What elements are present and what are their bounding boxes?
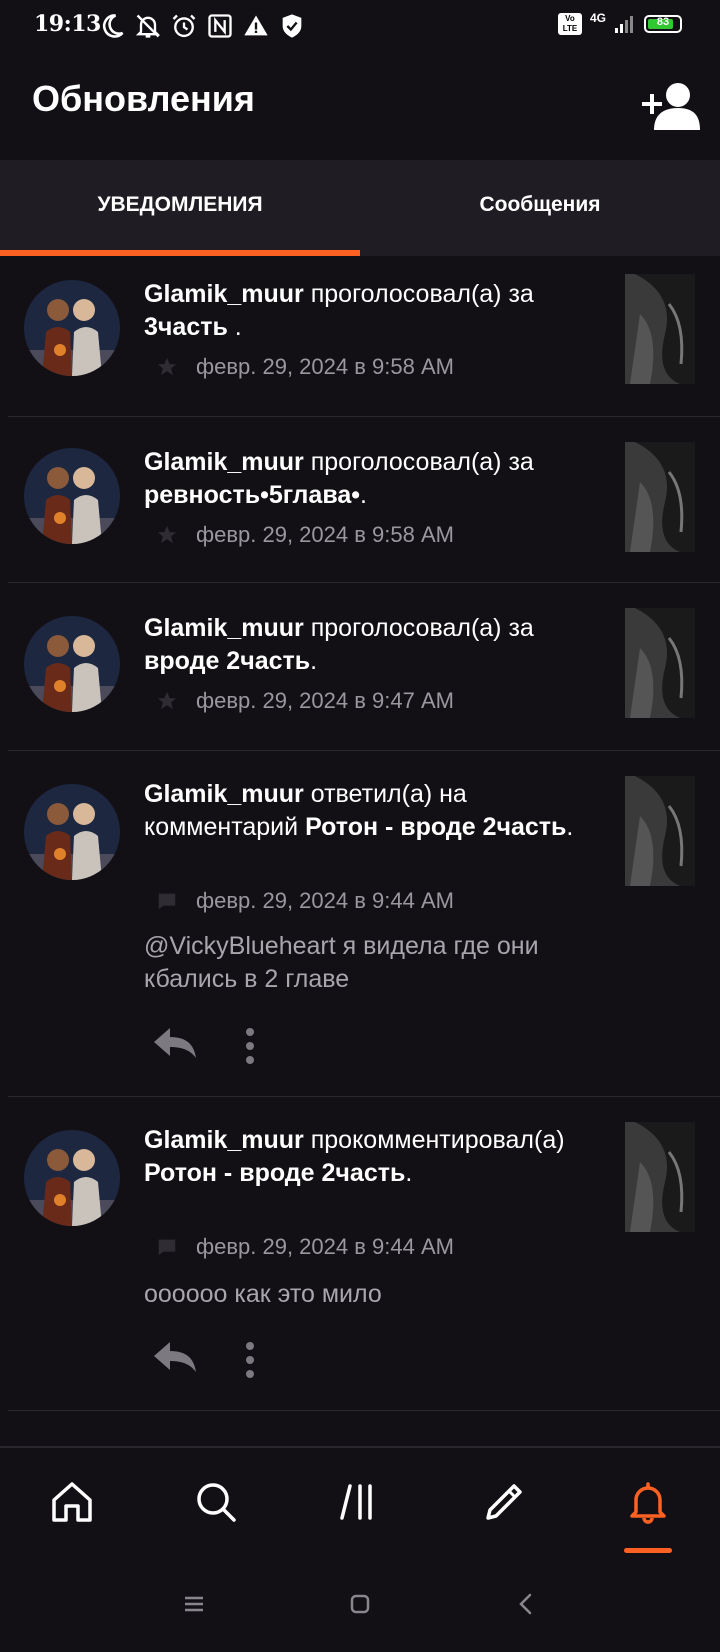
notification-item[interactable]: Glamik_muur проголосовал(а) за ревность•…: [8, 416, 720, 583]
comment-text: оооооо как это мило: [144, 1280, 382, 1308]
action-text: проголосовал(а) за: [310, 280, 534, 308]
action-text: проголосовал(а) за: [310, 448, 534, 476]
comment-text: @VickyBlueheart я видела где они кбались…: [144, 932, 539, 993]
nfc-icon: [208, 14, 232, 38]
story-link[interactable]: ревность•5глава•: [144, 481, 360, 509]
reply-icon[interactable]: [150, 1024, 198, 1060]
status-bar: 19:13 Vo LTE 4G 83: [0, 0, 720, 52]
notification-meta: февр. 29, 2024 в 9:44 AM: [156, 888, 454, 914]
star-icon: [157, 525, 177, 544]
menu-icon[interactable]: [180, 1590, 208, 1618]
avatar[interactable]: [24, 1130, 120, 1226]
status-icons: [98, 12, 306, 40]
notification-text: Glamik_muur проголосовал(а) за ревность•…: [144, 446, 588, 512]
action-text: проголосовал(а) за: [310, 614, 534, 642]
notification-text: Glamik_muur ответил(а) на комментарий Ро…: [144, 778, 588, 844]
status-right: Vo LTE 4G 83: [557, 11, 682, 35]
battery-percent: 83: [656, 16, 670, 28]
notification-meta: февр. 29, 2024 в 9:58 AM: [156, 354, 454, 380]
username-link[interactable]: Glamik_muur: [144, 614, 304, 642]
timestamp: февр. 29, 2024 в 9:47 AM: [196, 688, 454, 713]
bell-off-icon: [135, 14, 161, 38]
reply-icon[interactable]: [150, 1338, 198, 1374]
story-link[interactable]: Ротон - вроде 2часть: [305, 813, 566, 841]
more-options-icon[interactable]: [240, 1340, 260, 1380]
search-icon[interactable]: [192, 1478, 240, 1526]
notification-meta: февр. 29, 2024 в 9:47 AM: [156, 688, 454, 714]
write-icon[interactable]: [480, 1478, 528, 1526]
bottom-navigation: [0, 1446, 720, 1652]
suffix-text: .: [405, 1159, 413, 1187]
network-type: 4G: [589, 11, 606, 25]
star-icon: [157, 357, 177, 376]
moon-icon: [103, 14, 124, 38]
suffix-text: .: [360, 481, 367, 509]
notification-text: Glamik_muur прокомментировал(а) Ротон - …: [144, 1124, 588, 1190]
active-nav-indicator: [624, 1548, 672, 1553]
username-link[interactable]: Glamik_muur: [144, 280, 304, 308]
avatar[interactable]: [24, 784, 120, 880]
tab-bar: УВЕДОМЛЕНИЯ Сообщения: [0, 160, 720, 256]
timestamp: февр. 29, 2024 в 9:44 AM: [196, 888, 454, 913]
story-link[interactable]: Ротон - вроде 2часть: [144, 1159, 405, 1187]
timestamp: февр. 29, 2024 в 9:44 AM: [196, 1234, 454, 1259]
notification-meta: февр. 29, 2024 в 9:44 AM: [156, 1234, 454, 1260]
back-icon[interactable]: [512, 1590, 540, 1618]
notification-meta: февр. 29, 2024 в 9:58 AM: [156, 522, 454, 548]
story-cover[interactable]: [625, 442, 695, 552]
add-user-icon[interactable]: [640, 80, 700, 132]
library-icon[interactable]: [336, 1478, 384, 1526]
alarm-icon: [172, 14, 196, 38]
avatar[interactable]: [24, 616, 120, 712]
shield-icon: [282, 14, 302, 38]
battery-icon: 83: [644, 15, 682, 33]
app-bar: Обновления: [0, 52, 720, 160]
story-cover[interactable]: [625, 1122, 695, 1232]
notification-item[interactable]: Glamik_muur проголосовал(а) за 3часть . …: [8, 256, 720, 417]
comment-icon: [158, 893, 176, 910]
warning-icon: [244, 15, 268, 36]
notifications-bell-icon[interactable]: [624, 1478, 672, 1526]
suffix-text: .: [566, 813, 574, 841]
story-link[interactable]: 3часть: [144, 313, 228, 341]
suffix-text: .: [227, 313, 242, 341]
username-link[interactable]: Glamik_muur: [144, 448, 304, 476]
username-link[interactable]: Glamik_muur: [144, 1126, 304, 1154]
suffix-text: .: [310, 647, 318, 675]
comment-icon: [158, 1239, 176, 1256]
home-icon[interactable]: [48, 1478, 96, 1526]
notification-item[interactable]: Glamik_muur ответил(а) на комментарий Ро…: [8, 750, 720, 1097]
notification-text: Glamik_muur проголосовал(а) за вроде 2ча…: [144, 612, 588, 678]
avatar[interactable]: [24, 448, 120, 544]
volte-badge: Vo LTE: [557, 13, 582, 35]
more-options-icon[interactable]: [240, 1026, 260, 1066]
story-cover[interactable]: [625, 776, 695, 886]
notification-item[interactable]: Glamik_muur прокомментировал(а) Ротон - …: [8, 1096, 720, 1411]
timestamp: февр. 29, 2024 в 9:58 AM: [196, 354, 454, 379]
avatar[interactable]: [24, 280, 120, 376]
page-title: Обновления: [32, 78, 255, 119]
tab-notifications[interactable]: УВЕДОМЛЕНИЯ: [0, 160, 360, 256]
home-square-icon[interactable]: [346, 1590, 374, 1618]
signal-icon: [615, 16, 633, 33]
notification-item[interactable]: Glamik_muur проголосовал(а) за вроде 2ча…: [8, 582, 720, 751]
status-time: 19:13: [34, 11, 101, 37]
star-icon: [157, 691, 177, 710]
story-cover[interactable]: [625, 608, 695, 718]
notification-text: Glamik_muur проголосовал(а) за 3часть .: [144, 278, 588, 344]
story-link[interactable]: вроде 2часть: [144, 647, 310, 675]
username-link[interactable]: Glamik_muur: [144, 780, 304, 808]
timestamp: февр. 29, 2024 в 9:58 AM: [196, 522, 454, 547]
tab-messages[interactable]: Сообщения: [360, 160, 720, 256]
action-text: прокомментировал(а): [310, 1126, 565, 1154]
story-cover[interactable]: [625, 274, 695, 384]
